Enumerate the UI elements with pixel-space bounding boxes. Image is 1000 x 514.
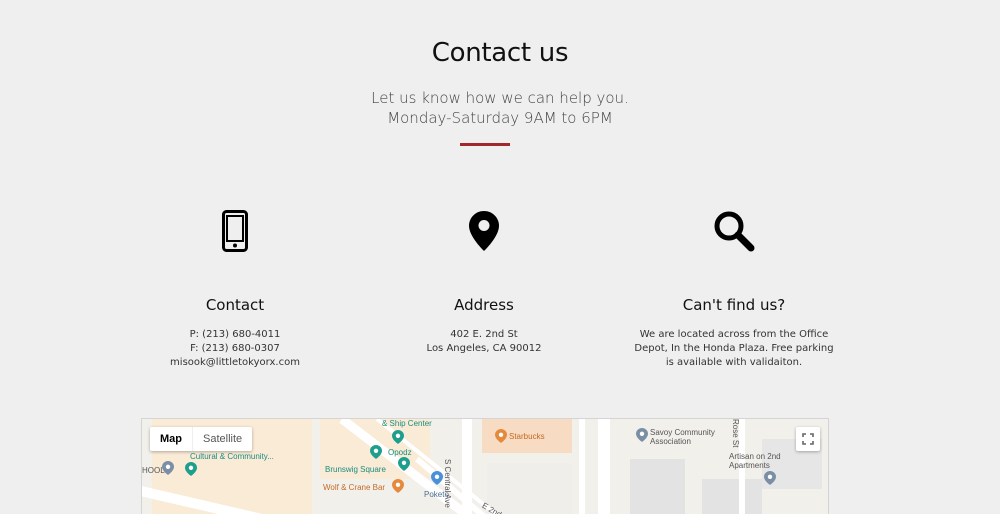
google-map[interactable]: Map Satellite & Ship Center Starbucks S … <box>141 418 829 514</box>
map-type-control: Map Satellite <box>150 427 253 451</box>
street-address: 402 E. 2nd St <box>450 329 518 340</box>
map-pin-icon <box>764 471 776 485</box>
subtitle-hours: Monday-Saturday 9AM to 6PM <box>387 109 613 127</box>
fullscreen-icon <box>802 433 814 445</box>
accent-divider <box>460 143 510 146</box>
directions-title: Can't find us? <box>682 296 786 314</box>
map-pin-icon <box>185 462 197 476</box>
address-details: 402 E. 2nd St Los Angeles, CA 90012 <box>354 328 614 356</box>
fullscreen-button[interactable] <box>796 427 820 451</box>
map-label-cultural-center[interactable]: Cultural & Community... <box>190 452 274 461</box>
map-pin-icon <box>495 429 507 443</box>
map-pin-icon <box>392 430 404 444</box>
map-label-poketo[interactable]: Poketo <box>424 490 449 499</box>
map-marker-icon <box>354 210 614 262</box>
contact-details: P: (213) 680-4011 F: (213) 680-0307 miso… <box>105 328 365 370</box>
map-label-s-central-ave: S Central Ave <box>443 459 452 508</box>
mobile-phone-icon <box>105 210 365 262</box>
map-label-brunswig-square[interactable]: Brunswig Square <box>325 465 386 474</box>
contact-column: Contact P: (213) 680-4011 F: (213) 680-0… <box>105 210 365 370</box>
map-pin-icon <box>162 461 174 475</box>
address-title: Address <box>454 296 514 314</box>
map-pin-icon <box>636 428 648 442</box>
search-icon <box>604 210 864 262</box>
directions-text-wrap: We are located across from the Office De… <box>604 328 864 370</box>
map-pin-icon <box>370 445 382 459</box>
address-column: Address 402 E. 2nd St Los Angeles, CA 90… <box>354 210 614 356</box>
map-pin-icon <box>398 457 410 471</box>
directions-text: We are located across from the Office De… <box>634 329 834 368</box>
map-label-artisan-apartments[interactable]: Artisan on 2nd Apartments <box>729 452 799 470</box>
phone-number: P: (213) 680-4011 <box>189 329 281 340</box>
contact-title: Contact <box>205 296 265 314</box>
city-state-zip: Los Angeles, CA 90012 <box>426 343 542 354</box>
map-label-ship-center[interactable]: & Ship Center <box>382 419 432 428</box>
subtitle-line-1: Let us know how we can help you. <box>371 89 629 107</box>
map-pin-icon <box>392 479 404 493</box>
page-title: Contact us <box>431 38 569 68</box>
map-label-opodz[interactable]: Opodz <box>388 448 412 457</box>
map-label-savoy-community[interactable]: Savoy Community Association <box>650 428 730 446</box>
map-label-rose-st: Rose St <box>731 419 740 448</box>
map-label-wolf-crane-bar[interactable]: Wolf & Crane Bar <box>323 483 385 492</box>
map-pin-icon <box>431 471 443 485</box>
map-label-starbucks[interactable]: Starbucks <box>509 432 545 441</box>
fax-number: F: (213) 680-0307 <box>190 343 280 354</box>
satellite-view-button[interactable]: Satellite <box>192 427 252 451</box>
directions-column: Can't find us? We are located across fro… <box>604 210 864 370</box>
map-view-button[interactable]: Map <box>150 427 192 451</box>
email-address[interactable]: misook@littletokyorx.com <box>105 356 365 370</box>
